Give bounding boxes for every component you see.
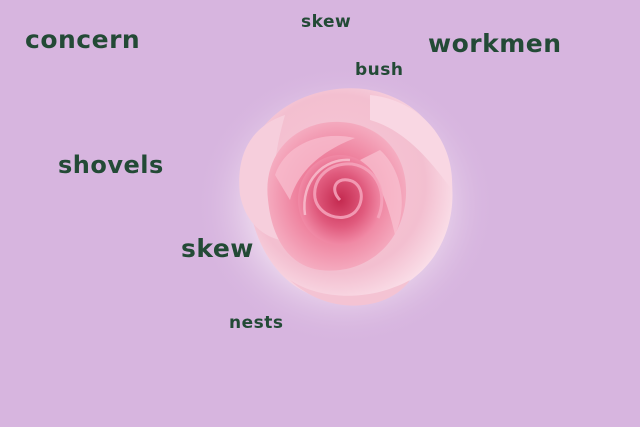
word-concern: concern <box>25 25 141 54</box>
word-workmen: workmen <box>428 29 562 58</box>
word-nests: nests <box>229 313 284 333</box>
word-bush: bush <box>355 60 404 80</box>
photo-scene: concern skew workmen bush shovels skew n… <box>0 0 640 427</box>
word-skew-mid: skew <box>181 234 254 263</box>
word-shovels: shovels <box>58 151 164 179</box>
word-skew-top: skew <box>301 12 352 32</box>
rose-image <box>195 65 495 345</box>
